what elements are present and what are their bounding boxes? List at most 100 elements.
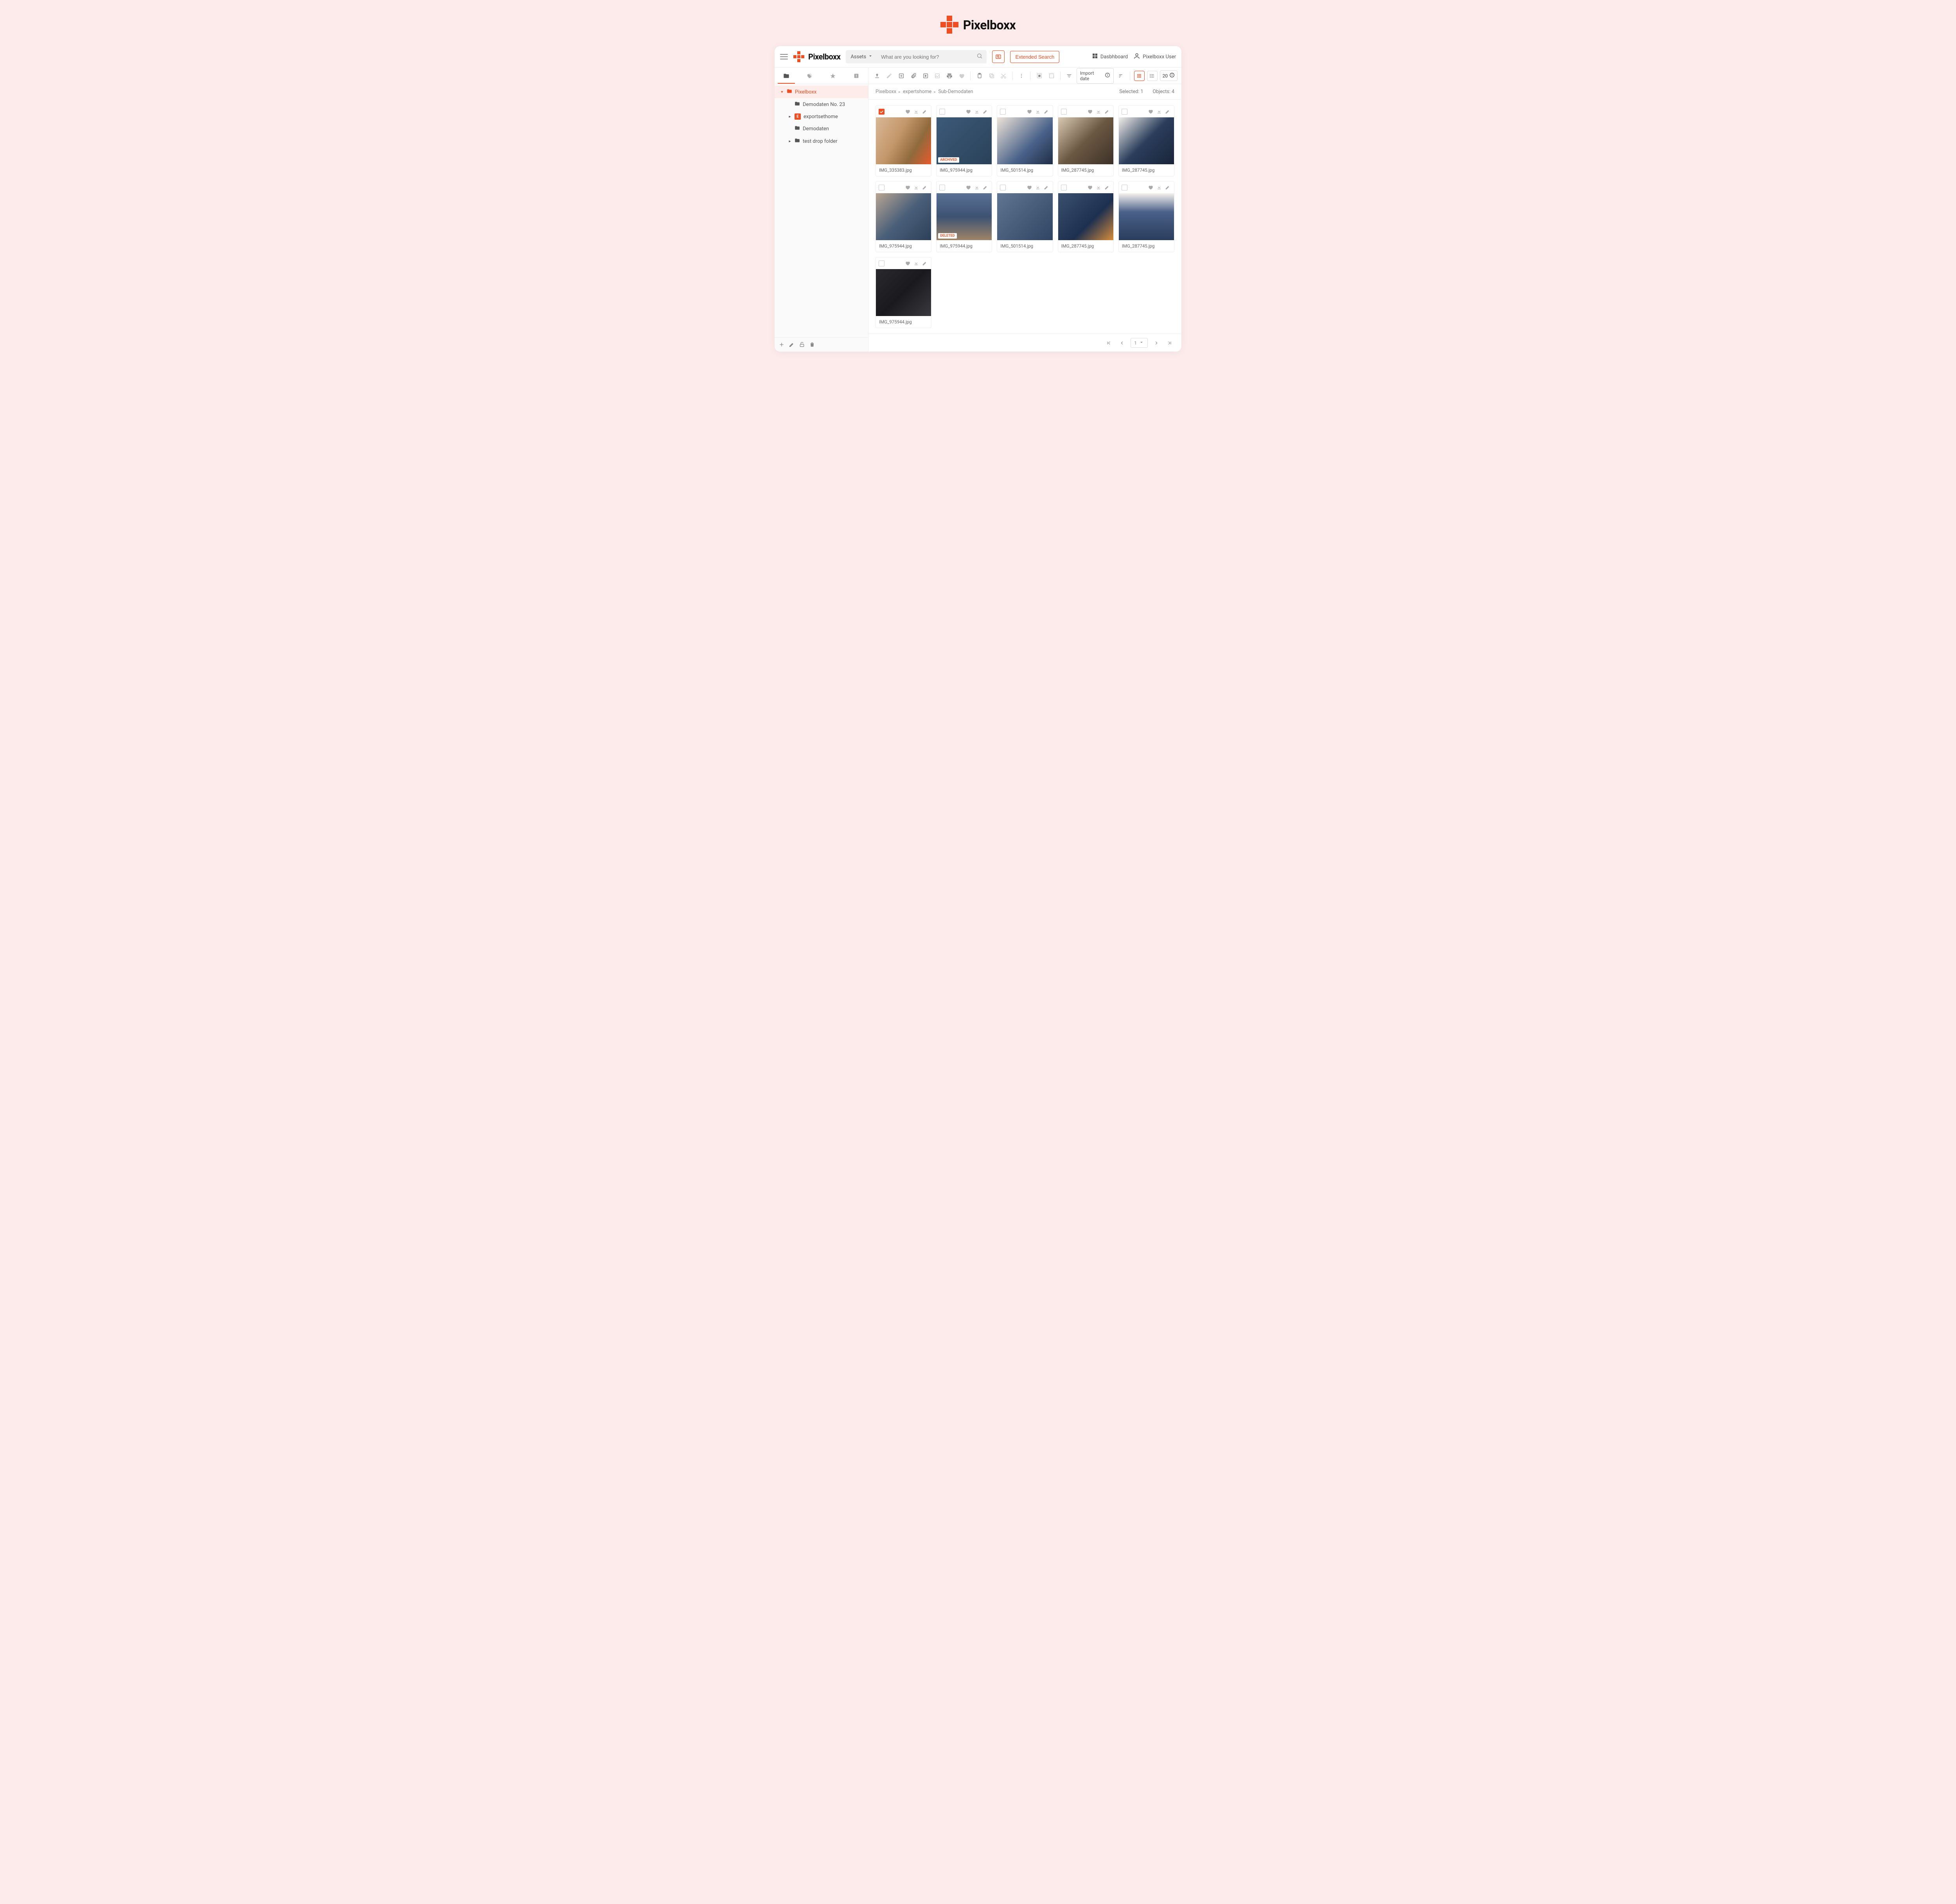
edit-icon[interactable] (1104, 108, 1111, 115)
thumbnail[interactable] (1119, 117, 1174, 164)
checkbox[interactable] (879, 109, 885, 115)
delete-folder-button[interactable] (809, 341, 815, 348)
image-button[interactable] (933, 71, 942, 81)
thumbnail[interactable] (1119, 193, 1174, 240)
first-page-button[interactable] (1104, 338, 1113, 348)
tab-folders[interactable] (775, 68, 798, 84)
grid-view-button[interactable] (1134, 71, 1145, 81)
breadcrumb-item[interactable]: Sub-Demodaten (938, 89, 973, 95)
heart-icon[interactable] (1147, 108, 1154, 115)
app-logo[interactable]: Pixelboxx (793, 51, 840, 62)
download-icon[interactable] (1034, 108, 1041, 115)
edit-icon[interactable] (921, 184, 928, 191)
asset-card[interactable]: IMG_287745.jpg (1058, 105, 1114, 176)
download-icon[interactable] (973, 108, 980, 115)
copy-button[interactable] (987, 71, 996, 81)
edit-icon[interactable] (1164, 108, 1171, 115)
attach-button[interactable] (908, 71, 918, 81)
asset-card[interactable]: IMG_501514.jpg (997, 181, 1053, 252)
thumbnail[interactable] (997, 117, 1052, 164)
checkbox[interactable] (1061, 109, 1067, 115)
download-icon[interactable] (913, 108, 920, 115)
lock-folder-button[interactable] (799, 341, 805, 348)
download-icon[interactable] (973, 184, 980, 191)
thumbnail[interactable] (876, 193, 931, 240)
heart-icon[interactable] (965, 108, 972, 115)
page-size-select[interactable]: 20 (1160, 70, 1178, 81)
thumbnail[interactable] (876, 117, 931, 164)
edit-icon[interactable] (1043, 108, 1050, 115)
search-icon[interactable] (973, 53, 987, 61)
asset-card[interactable]: IMG_287745.jpg (1118, 181, 1174, 252)
edit-icon[interactable] (1104, 184, 1111, 191)
tree-item[interactable]: ▸Eexportsethome (775, 111, 868, 122)
edit-button[interactable] (885, 71, 894, 81)
heart-icon[interactable] (1086, 108, 1093, 115)
heart-icon[interactable] (904, 184, 911, 191)
last-page-button[interactable] (1165, 338, 1174, 348)
checkbox[interactable] (879, 260, 885, 266)
heart-icon[interactable] (1147, 184, 1154, 191)
add-button[interactable] (897, 71, 906, 81)
breadcrumb-item[interactable]: expertshome (903, 89, 931, 95)
menu-button[interactable] (780, 54, 788, 59)
edit-folder-button[interactable] (789, 341, 795, 348)
checkbox[interactable] (1122, 185, 1127, 190)
cut-button[interactable] (999, 71, 1009, 81)
tab-favorites[interactable] (822, 68, 845, 84)
download-icon[interactable] (1034, 184, 1041, 191)
download-icon[interactable] (1156, 184, 1163, 191)
edit-icon[interactable] (1043, 184, 1050, 191)
checkbox[interactable] (1000, 185, 1006, 190)
checkbox[interactable] (1122, 109, 1127, 115)
checkbox[interactable] (939, 185, 945, 190)
heart-icon[interactable] (965, 184, 972, 191)
checkbox[interactable] (879, 185, 885, 190)
prev-page-button[interactable] (1117, 338, 1127, 348)
list-view-button[interactable] (1147, 71, 1158, 81)
heart-icon[interactable] (1026, 108, 1033, 115)
tree-item[interactable]: ▸test drop folder (775, 135, 868, 147)
search-input[interactable] (878, 50, 973, 63)
sort-import-date[interactable]: Import date (1077, 68, 1114, 84)
heart-icon[interactable] (1086, 184, 1093, 191)
heart-button[interactable] (957, 71, 967, 81)
edit-icon[interactable] (1164, 184, 1171, 191)
edit-icon[interactable] (921, 260, 928, 267)
download-icon[interactable] (1156, 108, 1163, 115)
tree-item[interactable]: Demodaten (775, 122, 868, 135)
tab-alerts[interactable]: ! (845, 68, 868, 84)
checkbox[interactable] (1061, 185, 1067, 190)
upload-button[interactable] (872, 71, 882, 81)
thumbnail[interactable] (1058, 193, 1113, 240)
print-button[interactable] (945, 71, 955, 81)
edit-icon[interactable] (982, 184, 989, 191)
next-page-button[interactable] (1152, 338, 1161, 348)
asset-card[interactable]: IMG_501514.jpg (997, 105, 1053, 176)
user-menu[interactable]: Pixelboxx User (1133, 52, 1176, 61)
checkbox[interactable] (1000, 109, 1006, 115)
asset-card[interactable]: IMG_975944.jpg (876, 257, 931, 328)
edit-icon[interactable] (982, 108, 989, 115)
asset-card[interactable]: ARCHIVEDIMG_975944.jpg (936, 105, 992, 176)
thumbnail[interactable] (876, 269, 931, 316)
download-icon[interactable] (1095, 108, 1102, 115)
thumbnail[interactable] (1058, 117, 1113, 164)
thumbnail[interactable]: DELETED (937, 193, 992, 240)
image-search-button[interactable] (992, 50, 1005, 63)
extended-search-button[interactable]: Extended Search (1010, 51, 1059, 63)
filter-button[interactable] (1064, 71, 1074, 81)
add-folder-button[interactable] (778, 341, 785, 348)
asset-card[interactable]: IMG_335383.jpg (876, 105, 931, 176)
edit-icon[interactable] (921, 108, 928, 115)
checkbox[interactable] (939, 109, 945, 115)
assets-dropdown[interactable]: Assets (846, 53, 878, 60)
asset-card[interactable]: IMG_975944.jpg (876, 181, 931, 252)
heart-icon[interactable] (904, 260, 911, 267)
thumbnail[interactable]: ARCHIVED (937, 117, 992, 164)
thumbnail[interactable] (997, 193, 1052, 240)
download-icon[interactable] (1095, 184, 1102, 191)
breadcrumb-item[interactable]: Pixelboxx (876, 89, 896, 95)
play-button[interactable] (920, 71, 930, 81)
more-button[interactable] (1017, 71, 1027, 81)
